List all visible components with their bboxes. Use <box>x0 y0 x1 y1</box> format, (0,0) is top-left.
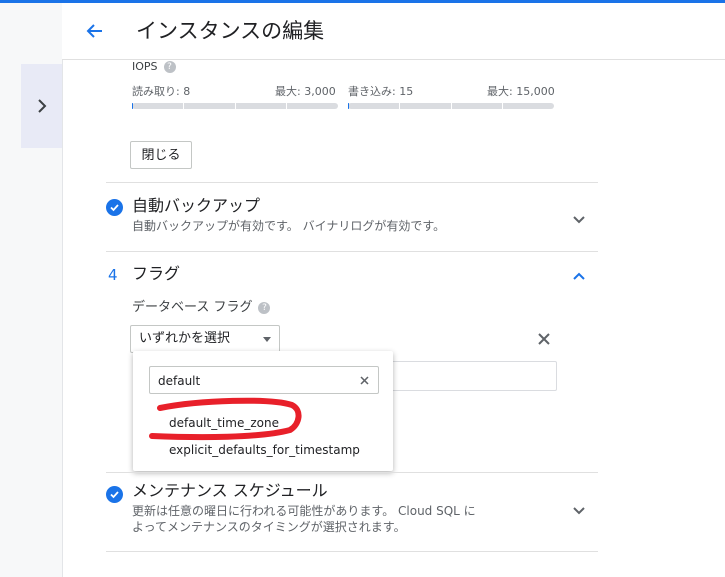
flag-select[interactable]: いずれかを選択 <box>130 325 280 353</box>
read-iops-max: 最大: 3,000 <box>275 85 336 98</box>
flag-search-field[interactable] <box>149 366 379 395</box>
section-divider <box>106 472 598 473</box>
step-number: 4 <box>108 266 118 284</box>
read-iops-value: 読み取り: 8 <box>132 85 191 98</box>
close-icon <box>538 333 550 345</box>
help-icon[interactable]: ? <box>258 301 271 314</box>
page-header: インスタンスの編集 <box>62 3 725 60</box>
maintenance-subtitle-line1: 更新は任意の曜日に行われる可能性があります。 Cloud SQL に <box>132 504 476 518</box>
chevron-up-icon <box>573 272 585 280</box>
maintenance-title: メンテナンス スケジュール <box>132 481 328 500</box>
remove-flag-button[interactable] <box>532 327 556 351</box>
dropdown-arrow-icon <box>263 337 271 342</box>
main-panel: インスタンスの編集 IOPS? 読み取り: 8 最大: 3,000 書き込み: … <box>62 3 725 577</box>
page-title: インスタンスの編集 <box>136 19 325 43</box>
section-divider <box>106 182 598 183</box>
backup-subtitle: 自動バックアップが有効です。 バイナリログが有効です。 <box>132 219 446 233</box>
chevron-right-icon <box>37 99 46 113</box>
help-icon[interactable]: ? <box>163 61 176 73</box>
flag-option[interactable]: default_time_zone <box>133 412 393 434</box>
iops-label-text: IOPS <box>132 60 158 73</box>
close-button[interactable]: 閉じる <box>130 141 192 169</box>
read-iops-bar <box>132 103 338 109</box>
back-button[interactable] <box>80 16 110 46</box>
maintenance-expand-button[interactable] <box>569 501 589 521</box>
maintenance-subtitle-line2: よってメンテナンスのタイミングが選択されます。 <box>132 520 406 534</box>
arrow-back-icon <box>86 24 102 38</box>
backup-expand-button[interactable] <box>569 210 589 230</box>
flag-value-input[interactable] <box>382 361 557 391</box>
database-flag-label-text: データベース フラグ <box>132 300 253 315</box>
chevron-down-icon <box>573 216 585 224</box>
read-iops-fill <box>132 103 133 109</box>
flag-select-value: いずれかを選択 <box>139 331 231 346</box>
flag-option[interactable]: explicit_defaults_for_timestamp <box>133 439 393 461</box>
close-icon <box>359 375 369 385</box>
flag-search-input[interactable] <box>150 367 360 395</box>
flags-collapse-button[interactable] <box>569 266 589 286</box>
left-rail <box>0 3 63 577</box>
write-iops-bar <box>348 103 554 109</box>
write-iops-value: 書き込み: 15 <box>348 85 414 98</box>
iops-label: IOPS? <box>132 60 176 73</box>
section-divider <box>106 551 598 552</box>
write-iops-max: 最大: 15,000 <box>487 85 555 98</box>
backup-title: 自動バックアップ <box>132 196 261 215</box>
clear-search-button[interactable] <box>356 372 372 388</box>
flags-title: フラグ <box>132 264 181 283</box>
check-circle-icon <box>106 199 123 216</box>
chevron-down-icon <box>573 507 585 515</box>
check-circle-icon <box>106 486 123 503</box>
database-flag-label: データベース フラグ? <box>132 296 271 315</box>
flag-dropdown: default_time_zone explicit_defaults_for_… <box>133 351 393 471</box>
rail-expand-button[interactable] <box>21 64 62 148</box>
section-divider <box>106 251 598 252</box>
